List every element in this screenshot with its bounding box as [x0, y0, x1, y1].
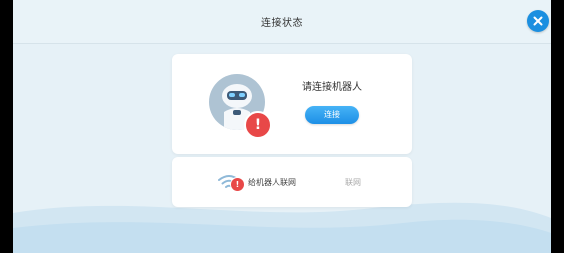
close-button[interactable] — [527, 10, 549, 32]
robot-avatar: ! — [209, 74, 272, 139]
connect-prompt: 请连接机器人 — [302, 82, 362, 93]
header-bar: 连接状态 — [13, 0, 551, 44]
network-card: ! 给机器人联网 联网 — [172, 157, 412, 207]
network-button[interactable]: 联网 — [345, 177, 361, 188]
page-title: 连接状态 — [261, 18, 303, 29]
connect-button[interactable]: 连接 — [305, 106, 359, 124]
close-icon — [533, 16, 543, 26]
alert-icon: ! — [244, 111, 272, 139]
connection-status-screen: 连接状态 ! 请连接机器人 连接 ! 给机器人联网 联网 — [13, 0, 551, 253]
wifi-status: ! — [218, 174, 245, 192]
network-label: 给机器人联网 — [248, 178, 296, 187]
wifi-alert-icon: ! — [230, 177, 245, 192]
robot-connection-card: ! 请连接机器人 连接 — [172, 54, 412, 154]
